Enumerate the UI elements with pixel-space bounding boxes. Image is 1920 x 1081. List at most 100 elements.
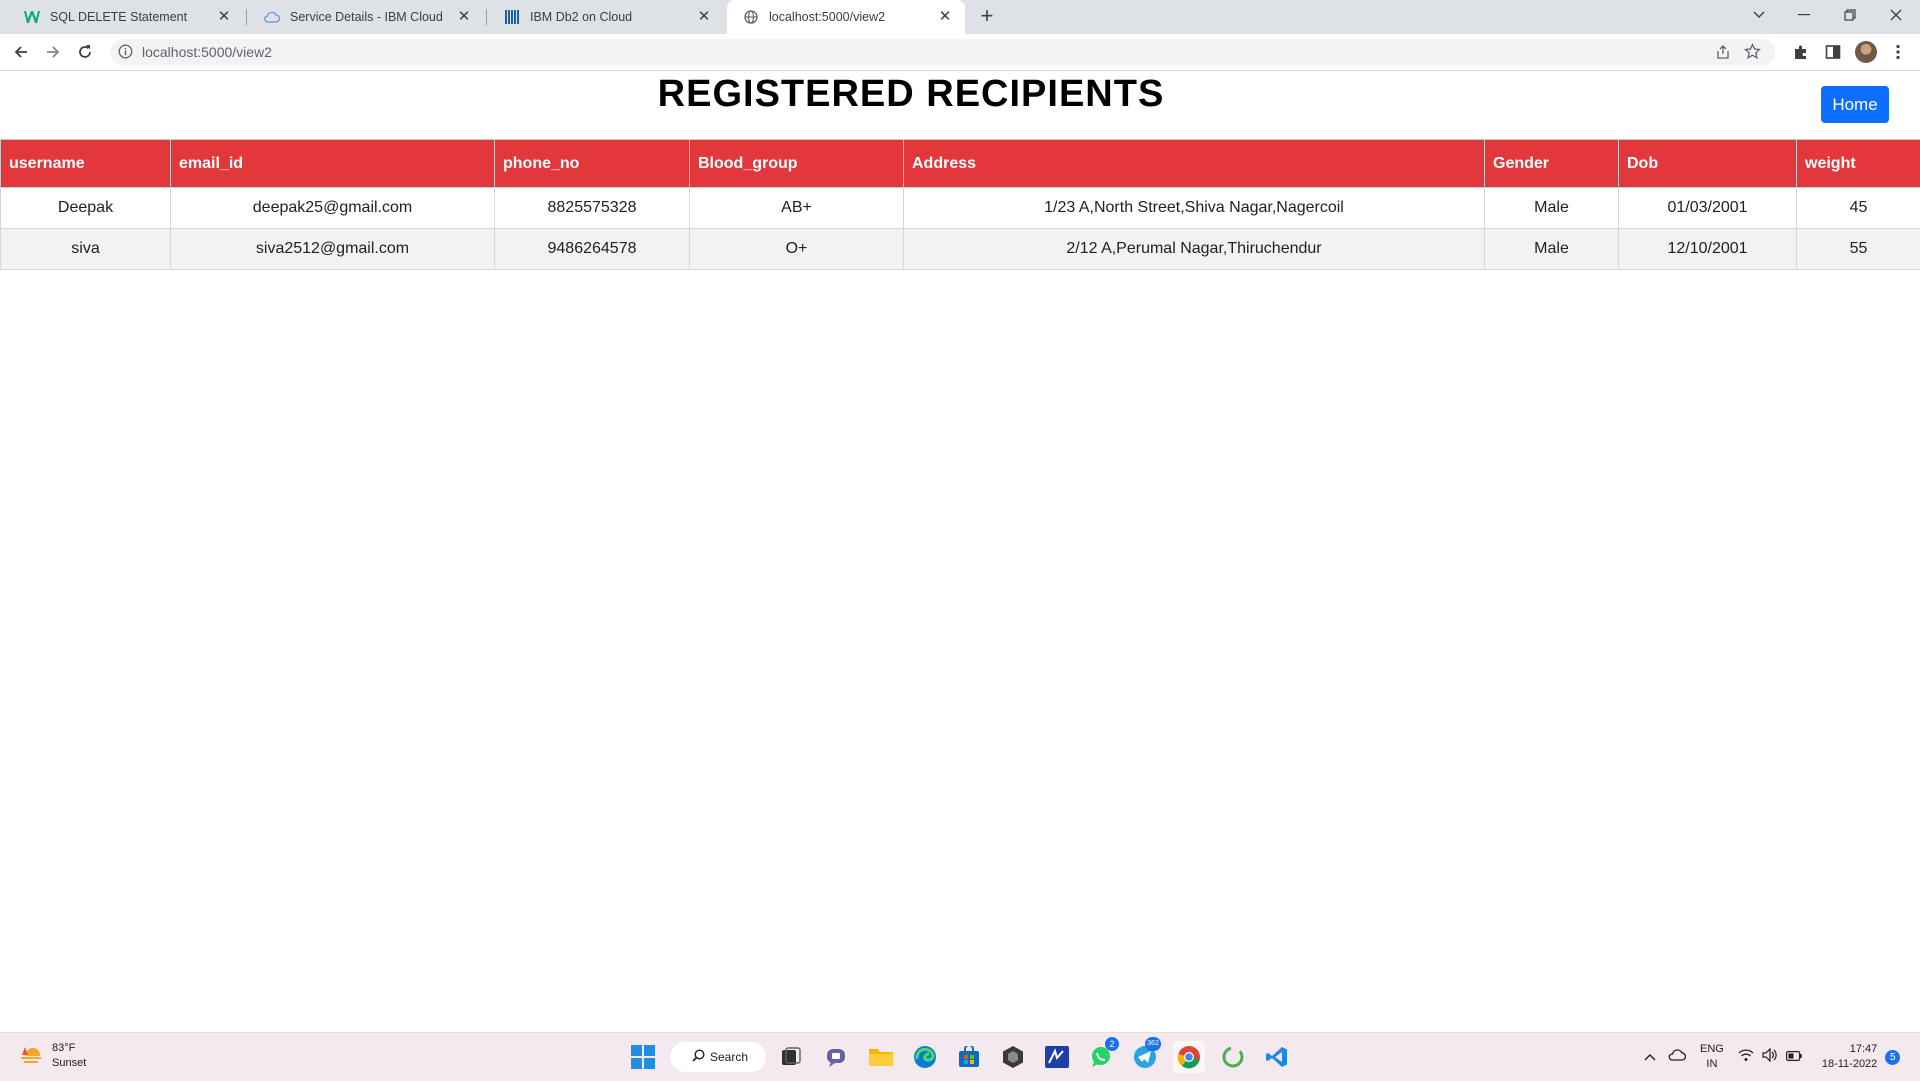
telegram-badge: 362 <box>1145 1037 1161 1051</box>
teams-chat-icon[interactable] <box>821 1041 853 1073</box>
wifi-icon[interactable] <box>1738 1048 1754 1067</box>
tab-title: localhost:5000/view2 <box>769 10 937 24</box>
cell-weight: 55 <box>1797 229 1920 270</box>
db2-icon <box>504 9 520 25</box>
sunset-weather-icon <box>18 1043 44 1070</box>
bookmark-star-icon[interactable] <box>1744 43 1761 65</box>
page-content: REGISTERED RECIPIENTS Home username emai… <box>0 71 1920 1032</box>
taskbar-search-box[interactable]: Search <box>670 1042 766 1072</box>
chrome-icon[interactable] <box>1173 1041 1205 1073</box>
column-header-gender: Gender <box>1485 140 1619 188</box>
cell-phone-no: 8825575328 <box>495 188 690 229</box>
cell-gender: Male <box>1485 229 1619 270</box>
close-icon[interactable]: ✕ <box>456 9 472 25</box>
globe-icon <box>743 9 759 25</box>
language-indicator[interactable]: ENG IN <box>1700 1042 1724 1072</box>
home-button[interactable]: Home <box>1821 86 1889 123</box>
microsoft-store-icon[interactable] <box>953 1041 985 1073</box>
profile-avatar[interactable] <box>1855 41 1877 63</box>
column-header-dob: Dob <box>1619 140 1797 188</box>
tab-sql-delete[interactable]: SQL DELETE Statement ✕ <box>8 0 244 34</box>
table-row: Deepak deepak25@gmail.com 8825575328 AB+… <box>1 188 1920 229</box>
new-tab-button[interactable]: + <box>975 5 999 29</box>
back-icon[interactable] <box>9 40 33 64</box>
cell-email-id: deepak25@gmail.com <box>171 188 495 229</box>
column-header-username: username <box>1 140 171 188</box>
tab-service-details[interactable]: Service Details - IBM Cloud ✕ <box>248 0 484 34</box>
unity-app-icon[interactable] <box>997 1041 1029 1073</box>
restore-icon[interactable] <box>1827 0 1873 30</box>
cell-address: 1/23 A,North Street,Shiva Nagar,Nagercoi… <box>904 188 1485 229</box>
battery-icon[interactable] <box>1786 1048 1802 1066</box>
close-window-icon[interactable] <box>1873 0 1919 30</box>
edge-browser-icon[interactable] <box>909 1041 941 1073</box>
minimize-icon[interactable] <box>1781 0 1827 30</box>
cell-gender: Male <box>1485 188 1619 229</box>
weather-widget[interactable]: 83°F Sunset <box>18 1041 86 1071</box>
whatsapp-icon[interactable]: 2 <box>1085 1041 1117 1073</box>
close-icon[interactable]: ✕ <box>937 9 953 25</box>
search-icon <box>692 1049 705 1065</box>
weather-condition: Sunset <box>52 1056 86 1071</box>
system-tray: ENG IN 17:47 18-11-2022 5 <box>1644 1033 1900 1081</box>
onedrive-cloud-icon[interactable] <box>1668 1048 1686 1066</box>
cell-blood-group: O+ <box>690 229 904 270</box>
show-hidden-icons-chevron-icon[interactable] <box>1644 1048 1656 1066</box>
chrome-menu-icon[interactable] <box>1887 41 1909 63</box>
refresh-app-icon[interactable] <box>1217 1041 1249 1073</box>
clock[interactable]: 17:47 18-11-2022 <box>1822 1042 1877 1072</box>
writing-app-icon[interactable] <box>1041 1041 1073 1073</box>
page-title: REGISTERED RECIPIENTS <box>0 73 1822 116</box>
extensions-puzzle-icon[interactable] <box>1790 41 1812 63</box>
forward-icon[interactable] <box>41 40 65 64</box>
side-panel-icon[interactable] <box>1822 41 1844 63</box>
column-header-address: Address <box>904 140 1485 188</box>
tab-divider <box>486 9 487 25</box>
volume-icon[interactable] <box>1762 1048 1778 1067</box>
column-header-phone-no: phone_no <box>495 140 690 188</box>
browser-toolbar: localhost:5000/view2 <box>0 34 1920 71</box>
recipients-table: username email_id phone_no Blood_group A… <box>0 139 1920 270</box>
w3schools-icon <box>24 9 40 25</box>
cell-email-id: siva2512@gmail.com <box>171 229 495 270</box>
language-region: IN <box>1700 1057 1724 1072</box>
cell-weight: 45 <box>1797 188 1920 229</box>
vscode-icon[interactable] <box>1261 1041 1293 1073</box>
table-row: siva siva2512@gmail.com 9486264578 O+ 2/… <box>1 229 1920 270</box>
tab-title: Service Details - IBM Cloud <box>290 10 456 24</box>
clock-date: 18-11-2022 <box>1822 1057 1877 1072</box>
table-header-row: username email_id phone_no Blood_group A… <box>1 140 1920 188</box>
tab-title: SQL DELETE Statement <box>50 10 216 24</box>
file-explorer-icon[interactable] <box>865 1041 897 1073</box>
task-view-icon[interactable] <box>775 1041 807 1073</box>
taskbar: 83°F Sunset Search 2 362 <box>0 1032 1920 1081</box>
cell-dob: 01/03/2001 <box>1619 188 1797 229</box>
cell-username: Deepak <box>1 188 171 229</box>
address-bar[interactable]: localhost:5000/view2 <box>110 39 1775 65</box>
windows-start-icon[interactable] <box>627 1041 659 1073</box>
clock-time: 17:47 <box>1822 1042 1877 1057</box>
search-label: Search <box>710 1050 748 1064</box>
column-header-email-id: email_id <box>171 140 495 188</box>
cell-phone-no: 9486264578 <box>495 229 690 270</box>
close-icon[interactable]: ✕ <box>216 9 232 25</box>
reload-icon[interactable] <box>73 40 97 64</box>
close-icon[interactable]: ✕ <box>696 9 712 25</box>
cell-dob: 12/10/2001 <box>1619 229 1797 270</box>
cell-address: 2/12 A,Perumal Nagar,Thiruchendur <box>904 229 1485 270</box>
tab-search-chevron-icon[interactable] <box>1736 0 1782 30</box>
tab-strip: SQL DELETE Statement ✕ Service Details -… <box>0 0 1920 34</box>
cloud-icon <box>264 9 280 25</box>
notification-badge[interactable]: 5 <box>1885 1050 1900 1065</box>
column-header-weight: weight <box>1797 140 1920 188</box>
tab-title: IBM Db2 on Cloud <box>530 10 696 24</box>
tab-ibm-db2[interactable]: IBM Db2 on Cloud ✕ <box>488 0 724 34</box>
weather-temperature: 83°F <box>52 1041 86 1056</box>
whatsapp-badge: 2 <box>1105 1037 1119 1051</box>
cell-username: siva <box>1 229 171 270</box>
share-icon[interactable] <box>1715 44 1731 65</box>
site-info-icon[interactable] <box>118 44 133 64</box>
telegram-icon[interactable]: 362 <box>1129 1041 1161 1073</box>
tab-divider <box>246 9 247 25</box>
tab-localhost-view2[interactable]: localhost:5000/view2 ✕ <box>727 0 965 34</box>
